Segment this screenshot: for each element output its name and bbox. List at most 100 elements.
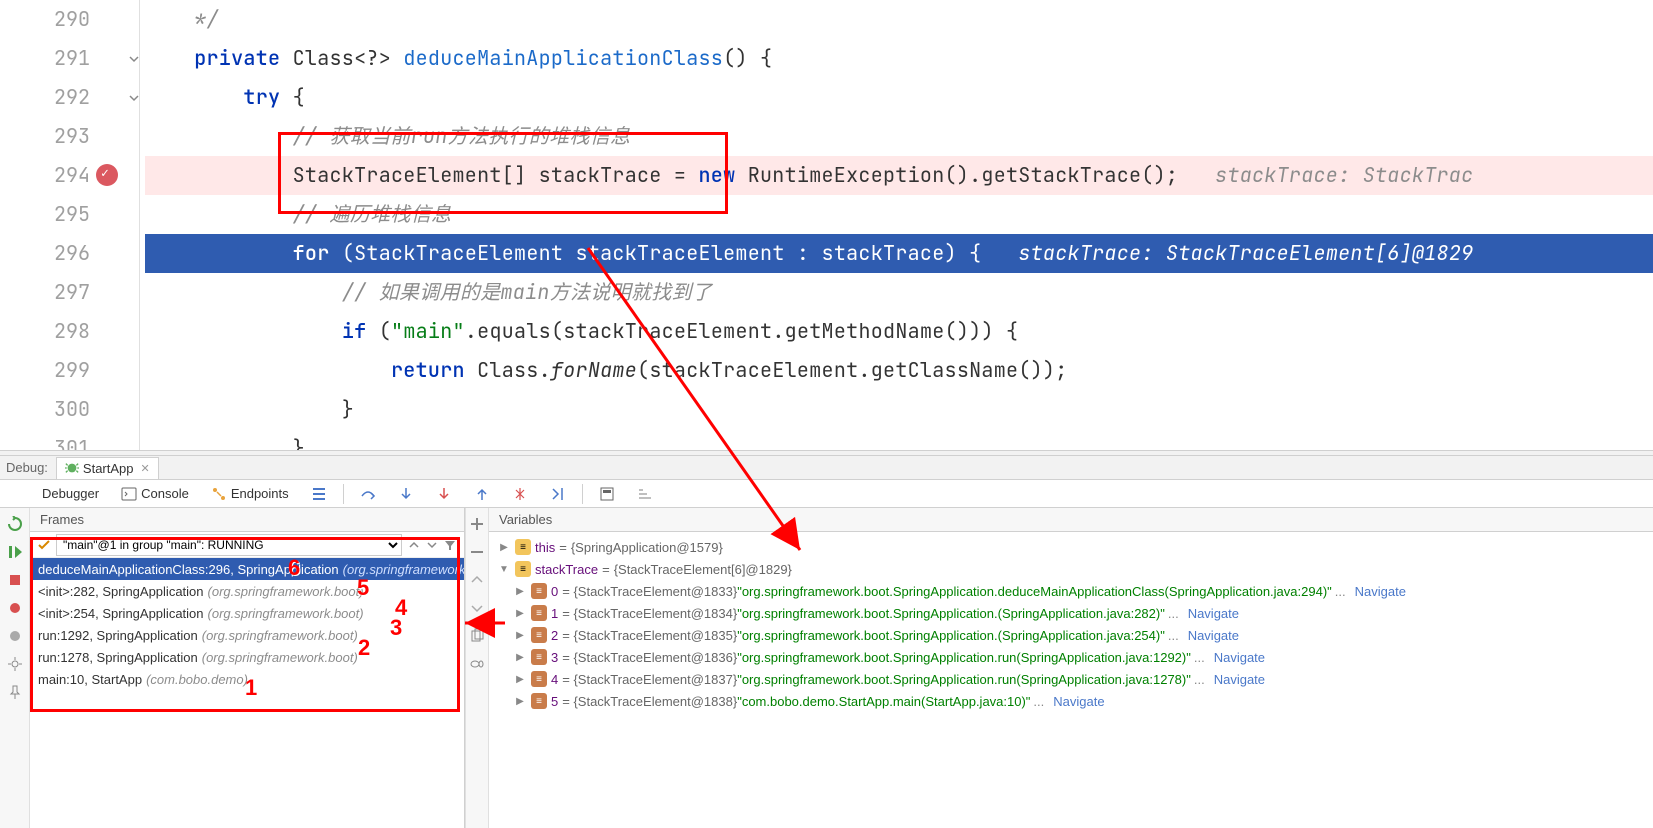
line-number: 291	[0, 39, 90, 78]
variable-node[interactable]: ▶≡5 = {StackTraceElement@1838} "com.bobo…	[489, 690, 1653, 712]
debug-toolbar: Debugger Console Endpoints	[0, 480, 1653, 508]
line-number: 294	[0, 156, 90, 195]
calculator-icon	[599, 486, 615, 502]
next-frame-icon[interactable]	[426, 539, 438, 551]
navigate-link[interactable]: Navigate	[1214, 672, 1265, 687]
debug-left-rail	[0, 508, 30, 828]
mute-breakpoints-icon[interactable]	[7, 628, 23, 644]
force-step-into-icon	[436, 486, 452, 502]
line-number: 293	[0, 117, 90, 156]
stack-frame[interactable]: <init>:254, SpringApplication(org.spring…	[30, 602, 464, 624]
variable-node[interactable]: ▶≡this = {SpringApplication@1579}	[489, 536, 1653, 558]
breakpoint-icon[interactable]	[96, 164, 118, 186]
navigate-link[interactable]: Navigate	[1214, 650, 1265, 665]
resume-icon[interactable]	[7, 544, 23, 560]
navigate-link[interactable]: Navigate	[1355, 584, 1406, 599]
gutter: 290 291 292 293 294 295 296 297 298 299 …	[0, 0, 140, 450]
line-number: 295	[0, 195, 90, 234]
debug-panel: Debug: StartApp ✕ Debugger Console Endpo…	[0, 456, 1653, 828]
line-number: 298	[0, 312, 90, 351]
fold-icon[interactable]	[126, 78, 142, 117]
frames-pane: Frames "main"@1 in group "main": RUNNING…	[30, 508, 465, 828]
drop-frame-button[interactable]	[502, 482, 538, 506]
variable-node[interactable]: ▶≡0 = {StackTraceElement@1833} "org.spri…	[489, 580, 1653, 602]
variables-pane: Variables ▶≡this = {SpringApplication@15…	[489, 508, 1653, 828]
settings-icon[interactable]	[7, 656, 23, 672]
close-icon[interactable]: ✕	[141, 462, 150, 475]
field-icon: ≡	[531, 671, 547, 687]
step-over-button[interactable]	[350, 482, 386, 506]
run-to-cursor-icon	[550, 486, 566, 502]
field-icon: ≡	[531, 583, 547, 599]
variable-node[interactable]: ▼≡stackTrace = {StackTraceElement[6]@182…	[489, 558, 1653, 580]
stack-frame[interactable]: run:1278, SpringApplication(org.springfr…	[30, 646, 464, 668]
line-number: 299	[0, 351, 90, 390]
variable-node[interactable]: ▶≡3 = {StackTraceElement@1836} "org.spri…	[489, 646, 1653, 668]
remove-watch-icon[interactable]	[469, 544, 485, 560]
rerun-icon[interactable]	[7, 516, 23, 532]
line-number: 296	[0, 234, 90, 273]
watches-icon[interactable]	[469, 656, 485, 672]
stack-frame[interactable]: deduceMainApplicationClass:296, SpringAp…	[30, 558, 464, 580]
code-area[interactable]: */ private Class<?> deduceMainApplicatio…	[145, 0, 1653, 450]
drop-frame-icon	[512, 486, 528, 502]
variables-toolbar	[465, 508, 489, 828]
evaluate-button[interactable]	[589, 482, 625, 506]
check-icon	[38, 539, 50, 551]
field-icon: ≡	[531, 627, 547, 643]
field-icon: ≡	[531, 605, 547, 621]
line-number: 292	[0, 78, 90, 117]
debug-label: Debug:	[6, 460, 48, 475]
line-number: 300	[0, 390, 90, 429]
step-into-icon	[398, 486, 414, 502]
threads-icon	[311, 486, 327, 502]
add-watch-icon[interactable]	[469, 516, 485, 532]
stack-frame[interactable]: <init>:282, SpringApplication(org.spring…	[30, 580, 464, 602]
trace-icon	[637, 486, 653, 502]
debugger-tab[interactable]: Debugger	[32, 482, 109, 505]
debug-tab[interactable]: StartApp ✕	[56, 457, 159, 479]
endpoints-icon	[211, 486, 227, 502]
force-step-into-button[interactable]	[426, 482, 462, 506]
thread-selector-row: "main"@1 in group "main": RUNNING	[30, 532, 464, 558]
fold-icon[interactable]	[126, 39, 142, 78]
bug-icon	[65, 461, 79, 475]
variable-node[interactable]: ▶≡2 = {StackTraceElement@1835} "org.spri…	[489, 624, 1653, 646]
navigate-link[interactable]: Navigate	[1188, 628, 1239, 643]
threads-button[interactable]	[301, 482, 337, 506]
stack-frame[interactable]: run:1292, SpringApplication(org.springfr…	[30, 624, 464, 646]
frame-list[interactable]: deduceMainApplicationClass:296, SpringAp…	[30, 558, 464, 828]
endpoints-tab[interactable]: Endpoints	[201, 482, 299, 506]
thread-select[interactable]: "main"@1 in group "main": RUNNING	[56, 534, 402, 556]
variable-node[interactable]: ▶≡4 = {StackTraceElement@1837} "org.spri…	[489, 668, 1653, 690]
step-over-icon	[360, 486, 376, 502]
variables-header: Variables	[489, 508, 1653, 532]
param-icon: ≡	[515, 539, 531, 555]
step-out-button[interactable]	[464, 482, 500, 506]
variable-node[interactable]: ▶≡1 = {StackTraceElement@1834} "org.spri…	[489, 602, 1653, 624]
stack-frame[interactable]: main:10, StartApp(com.bobo.demo)	[30, 668, 464, 690]
navigate-link[interactable]: Navigate	[1188, 606, 1239, 621]
step-out-icon	[474, 486, 490, 502]
line-number: 297	[0, 273, 90, 312]
stop-icon[interactable]	[7, 572, 23, 588]
code-editor[interactable]: 290 291 292 293 294 295 296 297 298 299 …	[0, 0, 1653, 450]
filter-icon[interactable]	[444, 539, 456, 551]
copy-icon[interactable]	[469, 628, 485, 644]
up-icon[interactable]	[469, 572, 485, 588]
step-into-button[interactable]	[388, 482, 424, 506]
trace-button[interactable]	[627, 482, 663, 506]
line-number: 290	[0, 0, 90, 39]
prev-frame-icon[interactable]	[408, 539, 420, 551]
pin-icon[interactable]	[7, 684, 23, 700]
run-to-cursor-button[interactable]	[540, 482, 576, 506]
frames-header: Frames	[30, 508, 464, 532]
param-icon: ≡	[515, 561, 531, 577]
view-breakpoints-icon[interactable]	[7, 600, 23, 616]
console-tab[interactable]: Console	[111, 482, 199, 506]
field-icon: ≡	[531, 649, 547, 665]
variables-tree[interactable]: ▶≡this = {SpringApplication@1579} ▼≡stac…	[489, 532, 1653, 828]
navigate-link[interactable]: Navigate	[1053, 694, 1104, 709]
down-icon[interactable]	[469, 600, 485, 616]
console-icon	[121, 486, 137, 502]
